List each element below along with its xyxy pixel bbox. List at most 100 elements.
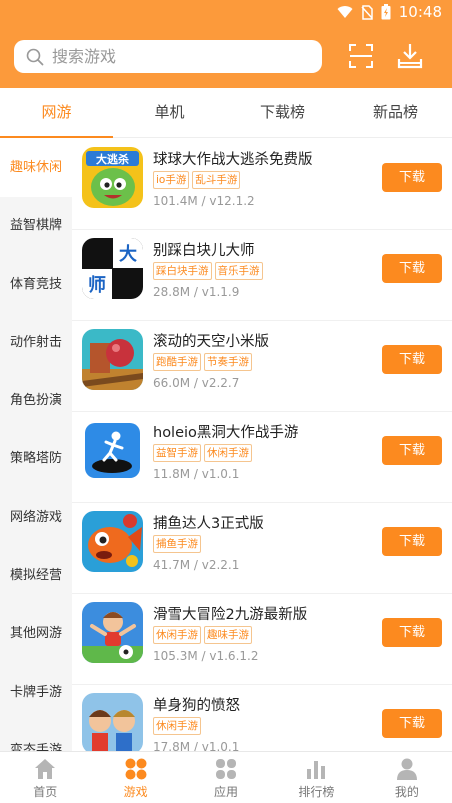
tab-single-player[interactable]: 单机 (113, 88, 226, 137)
download-button[interactable]: 下载 (382, 163, 442, 192)
games-icon (125, 758, 147, 780)
nav-home[interactable]: 首页 (0, 752, 90, 803)
list-item[interactable]: 滚动的天空小米版 跑酷手游 节奏手游 66.0M / v2.2.7 下载 (72, 321, 452, 412)
sidebar-item-rpg[interactable]: 角色扮演 (0, 372, 72, 430)
tag-list: 休闲手游 (153, 717, 201, 735)
tab-online-games[interactable]: 网游 (0, 88, 113, 138)
sidebar-item-modded[interactable]: 变态手游 (0, 722, 72, 751)
tag-list: 捕鱼手游 (153, 535, 201, 553)
app-meta: 66.0M / v2.2.7 (153, 376, 240, 390)
nav-label: 首页 (33, 785, 58, 799)
status-icons: 10:48 (337, 3, 442, 21)
list-item[interactable]: 滑雪大冒险2九游最新版 休闲手游 趣味手游 105.3M / v1.6.1.2 … (72, 594, 452, 685)
nav-ranking[interactable]: 排行榜 (271, 752, 361, 803)
ski-safari-icon[interactable] (82, 602, 143, 663)
scan-icon[interactable] (347, 42, 375, 70)
search-box[interactable] (14, 40, 322, 73)
app-meta: 105.3M / v1.6.1.2 (153, 649, 259, 663)
tag[interactable]: 休闲手游 (153, 717, 201, 735)
app-name[interactable]: 滚动的天空小米版 (153, 330, 269, 351)
list-item[interactable]: 捕鱼达人3正式版 捕鱼手游 41.7M / v2.2.1 下载 (72, 503, 452, 594)
header (0, 26, 452, 88)
nav-apps[interactable]: 应用 (181, 752, 271, 803)
status-bar: 10:48 (0, 0, 452, 26)
nav-label: 应用 (214, 785, 239, 799)
apps-icon (216, 759, 237, 779)
sidebar-item-puzzle-board[interactable]: 益智棋牌 (0, 197, 72, 255)
download-button[interactable]: 下载 (382, 527, 442, 556)
status-time: 10:48 (398, 3, 442, 21)
tab-download-ranking[interactable]: 下载榜 (226, 88, 339, 137)
bottom-nav: 首页 游戏 应用 排行榜 我的 (0, 751, 452, 803)
tab-new-ranking[interactable]: 新品榜 (339, 88, 452, 137)
genre-sidebar: 趣味休闲 益智棋牌 体育竞技 动作射击 角色扮演 策略塔防 网络游戏 模拟经营 … (0, 139, 72, 751)
tag[interactable]: io手游 (153, 171, 190, 189)
category-tabs: 网游 单机 下载榜 新品榜 (0, 88, 452, 138)
profile-icon (396, 758, 417, 780)
download-manager-icon[interactable] (396, 42, 424, 70)
sidebar-item-casual[interactable]: 趣味休闲 (0, 139, 72, 198)
sidebar-item-action-shooting[interactable]: 动作射击 (0, 314, 72, 372)
search-icon (26, 48, 44, 65)
svg-text:大逃杀: 大逃杀 (96, 152, 129, 166)
no-sim-icon (361, 4, 373, 20)
svg-text:大: 大 (119, 243, 137, 265)
ranking-icon (307, 761, 326, 779)
app-name[interactable]: 滑雪大冒险2九游最新版 (153, 603, 307, 624)
tag[interactable]: 踩白块手游 (153, 262, 212, 280)
search-input[interactable] (52, 47, 292, 66)
sidebar-item-other[interactable]: 其他网游 (0, 605, 72, 663)
game-list: 大逃杀 球球大作战大逃杀免费版 io手游 乱斗手游 101.4M / v12.1… (72, 139, 452, 751)
app-name[interactable]: 别踩白块儿大师 (153, 239, 255, 260)
sidebar-item-strategy[interactable]: 策略塔防 (0, 430, 72, 488)
tag[interactable]: 益智手游 (153, 444, 201, 462)
tag[interactable]: 休闲手游 (153, 626, 201, 644)
app-meta: 41.7M / v2.2.1 (153, 558, 240, 572)
app-meta: 28.8M / v1.1.9 (153, 285, 240, 299)
nav-label: 我的 (394, 785, 419, 799)
battery-icon (381, 4, 391, 20)
tag[interactable]: 跑酷手游 (153, 353, 201, 371)
download-button[interactable]: 下载 (382, 709, 442, 738)
fishing-icon[interactable] (82, 511, 143, 572)
sidebar-item-simulation[interactable]: 模拟经营 (0, 547, 72, 605)
nav-label: 排行榜 (298, 785, 335, 799)
nav-games[interactable]: 游戏 (90, 752, 180, 803)
hole-io-icon[interactable] (82, 420, 143, 481)
tag-list: 休闲手游 趣味手游 (153, 626, 252, 644)
download-button[interactable]: 下载 (382, 254, 442, 283)
app-meta: 101.4M / v12.1.2 (153, 194, 255, 208)
single-dog-icon[interactable] (82, 693, 143, 751)
tag-list: 益智手游 休闲手游 (153, 444, 252, 462)
piano-tiles-icon[interactable]: 大 师 (82, 238, 143, 299)
tag[interactable]: 捕鱼手游 (153, 535, 201, 553)
nav-profile[interactable]: 我的 (362, 752, 452, 803)
tag[interactable]: 音乐手游 (214, 262, 263, 280)
app-name[interactable]: 捕鱼达人3正式版 (153, 512, 264, 533)
list-item[interactable]: 大 师 别踩白块儿大师 踩白块手游 音乐手游 28.8M / v1.1.9 下载 (72, 230, 452, 321)
download-button[interactable]: 下载 (382, 436, 442, 465)
app-meta: 11.8M / v1.0.1 (153, 467, 240, 481)
tag-list: 跑酷手游 节奏手游 (153, 353, 252, 371)
app-name[interactable]: holeio黑洞大作战手游 (153, 421, 298, 442)
nav-label: 游戏 (123, 785, 148, 799)
list-item[interactable]: 大逃杀 球球大作战大逃杀免费版 io手游 乱斗手游 101.4M / v12.1… (72, 139, 452, 230)
app-name[interactable]: 球球大作战大逃杀免费版 (153, 148, 313, 169)
download-button[interactable]: 下载 (382, 345, 442, 374)
home-icon (35, 759, 56, 779)
ball-battle-icon[interactable]: 大逃杀 (82, 147, 143, 208)
tag-list: 踩白块手游 音乐手游 (153, 262, 263, 280)
list-item[interactable]: holeio黑洞大作战手游 益智手游 休闲手游 11.8M / v1.0.1 下… (72, 412, 452, 503)
svg-text:师: 师 (88, 274, 106, 296)
list-item[interactable]: 单身狗的愤怒 休闲手游 17.8M / v1.0.1 下载 (72, 685, 452, 751)
tag[interactable]: 趣味手游 (204, 626, 252, 644)
sidebar-item-card[interactable]: 卡牌手游 (0, 664, 72, 722)
tag[interactable]: 乱斗手游 (192, 171, 241, 189)
sidebar-item-sports[interactable]: 体育竞技 (0, 256, 72, 314)
tag[interactable]: 休闲手游 (204, 444, 252, 462)
rolling-sky-icon[interactable] (82, 329, 143, 390)
app-name[interactable]: 单身狗的愤怒 (153, 694, 240, 715)
tag[interactable]: 节奏手游 (204, 353, 252, 371)
download-button[interactable]: 下载 (382, 618, 442, 647)
sidebar-item-network[interactable]: 网络游戏 (0, 489, 72, 547)
